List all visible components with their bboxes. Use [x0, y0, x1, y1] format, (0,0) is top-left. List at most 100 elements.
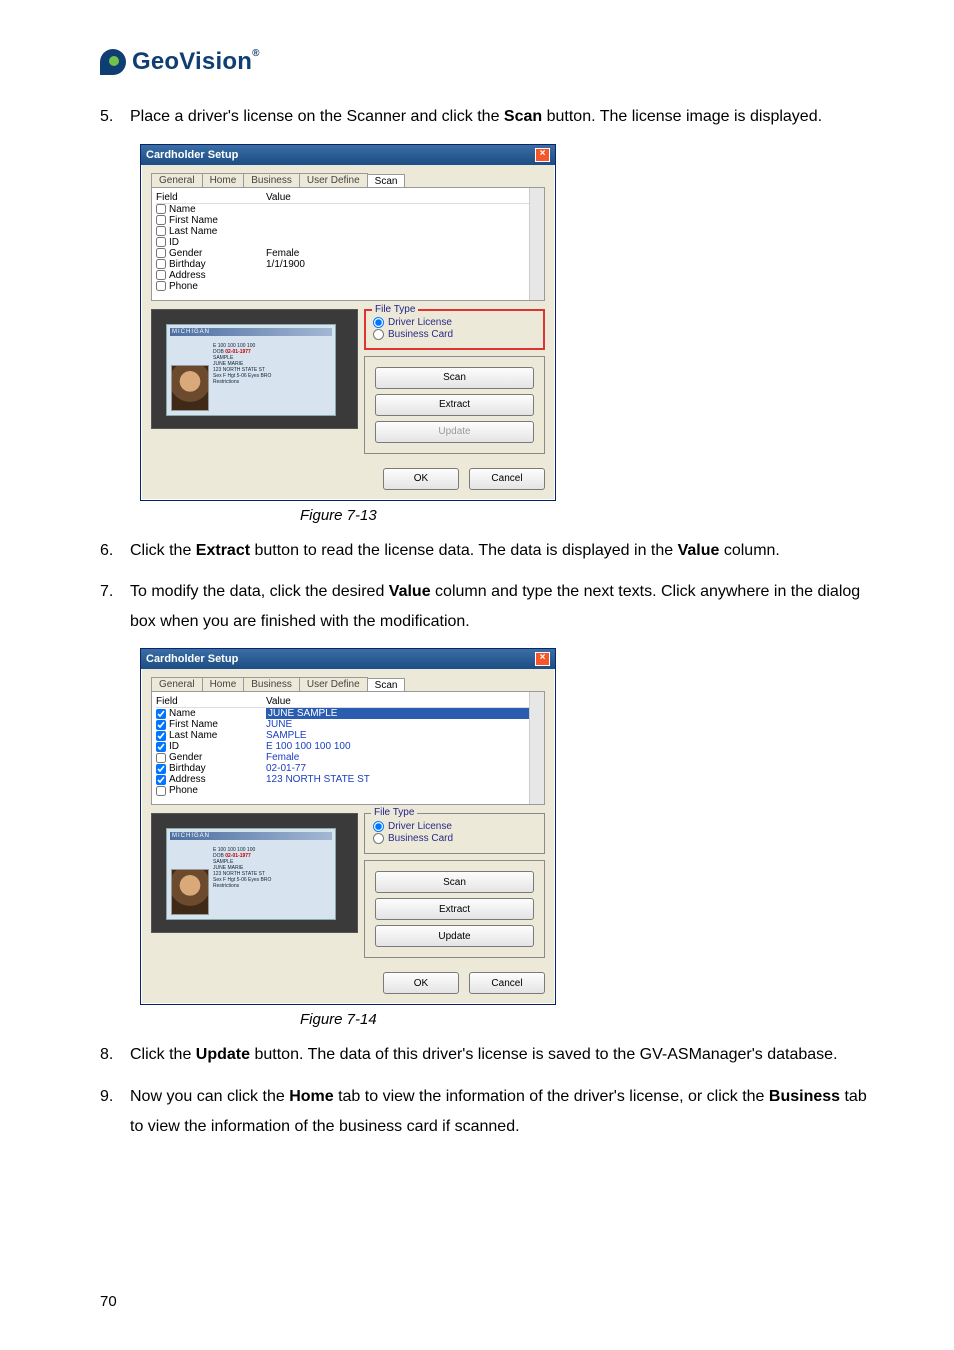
tab-strip: General Home Business User Define Scan: [151, 173, 545, 187]
table-row: GenderFemale: [156, 248, 540, 259]
value-cell[interactable]: 123 NORTH STATE ST: [266, 774, 540, 785]
table-row: First NameJUNE: [156, 719, 540, 730]
update-button[interactable]: Update: [375, 925, 534, 947]
value-cell[interactable]: Female: [266, 248, 540, 259]
filetype-group: File Type Driver License Business Card: [364, 309, 545, 350]
ok-button[interactable]: OK: [383, 972, 459, 994]
scan-button[interactable]: Scan: [375, 871, 534, 893]
cardholder-dialog: Cardholder Setup × General Home Business…: [140, 144, 556, 501]
check-phone[interactable]: [156, 786, 166, 796]
tab-home[interactable]: Home: [202, 677, 245, 691]
tab-scan[interactable]: Scan: [367, 678, 406, 692]
check-id[interactable]: [156, 237, 166, 247]
table-row: First Name: [156, 215, 540, 226]
step-text: Place a driver's license on the Scanner …: [130, 102, 874, 132]
value-cell[interactable]: E 100 100 100 100: [266, 741, 540, 752]
license-preview: MICHIGAN E 100 100 100 100 DOB 02-01-197…: [151, 309, 358, 429]
license-state: MICHIGAN: [170, 328, 332, 336]
close-icon[interactable]: ×: [535, 148, 550, 162]
tab-general[interactable]: General: [151, 677, 203, 691]
check-first[interactable]: [156, 215, 166, 225]
value-cell[interactable]: JUNE SAMPLE: [266, 708, 540, 719]
tab-user-define[interactable]: User Define: [299, 677, 368, 691]
dialog-title: Cardholder Setup: [146, 149, 238, 161]
step-text: Click the Update button. The data of thi…: [130, 1040, 874, 1070]
license-photo: [171, 365, 209, 411]
table-row: GenderFemale: [156, 752, 540, 763]
step-text: Click the Extract button to read the lic…: [130, 536, 874, 566]
step-text: Now you can click the Home tab to view t…: [130, 1082, 874, 1141]
table-row: Address: [156, 270, 540, 281]
value-cell[interactable]: [266, 270, 540, 281]
check-name[interactable]: [156, 709, 166, 719]
value-cell[interactable]: Female: [266, 752, 540, 763]
tab-business[interactable]: Business: [243, 677, 300, 691]
table-row: Last NameSAMPLE: [156, 730, 540, 741]
check-gender[interactable]: [156, 753, 166, 763]
radio-business-card[interactable]: Business Card: [373, 833, 536, 844]
value-cell[interactable]: 02-01-77: [266, 763, 540, 774]
col-value: Value: [266, 696, 540, 707]
table-row: IDE 100 100 100 100: [156, 741, 540, 752]
col-field: Field: [156, 192, 266, 203]
table-row: ID: [156, 237, 540, 248]
value-cell[interactable]: 1/1/1900: [266, 259, 540, 270]
extract-button[interactable]: Extract: [375, 394, 534, 416]
cancel-button[interactable]: Cancel: [469, 468, 545, 490]
tab-scan[interactable]: Scan: [367, 174, 406, 188]
logo-mark-icon: [100, 49, 126, 75]
check-id[interactable]: [156, 742, 166, 752]
tab-home[interactable]: Home: [202, 173, 245, 187]
check-last[interactable]: [156, 731, 166, 741]
value-cell[interactable]: [266, 204, 540, 215]
tab-business[interactable]: Business: [243, 173, 300, 187]
dialog-titlebar: Cardholder Setup ×: [141, 649, 555, 669]
scan-button[interactable]: Scan: [375, 367, 534, 389]
field-list: Field Value Name First Name Last Name ID…: [151, 187, 545, 301]
step-number: 9.: [100, 1082, 130, 1141]
check-first[interactable]: [156, 720, 166, 730]
table-row: NameJUNE SAMPLE: [156, 708, 540, 719]
cancel-button[interactable]: Cancel: [469, 972, 545, 994]
radio-driver-license[interactable]: Driver License: [373, 317, 536, 328]
value-cell[interactable]: [266, 281, 540, 292]
step-number: 6.: [100, 536, 130, 566]
check-birthday[interactable]: [156, 259, 166, 269]
check-phone[interactable]: [156, 281, 166, 291]
close-icon[interactable]: ×: [535, 652, 550, 666]
figure-7-13: Cardholder Setup × General Home Business…: [140, 144, 874, 501]
table-row: Last Name: [156, 226, 540, 237]
check-last[interactable]: [156, 226, 166, 236]
action-buttons: Scan Extract Update: [364, 356, 545, 454]
value-cell[interactable]: JUNE: [266, 719, 540, 730]
value-cell[interactable]: [266, 215, 540, 226]
update-button[interactable]: Update: [375, 421, 534, 443]
extract-button[interactable]: Extract: [375, 898, 534, 920]
logo: GeoVision®: [100, 48, 874, 76]
cardholder-dialog: Cardholder Setup × General Home Business…: [140, 648, 556, 1005]
ok-button[interactable]: OK: [383, 468, 459, 490]
radio-driver-license[interactable]: Driver License: [373, 821, 536, 832]
value-cell[interactable]: [266, 226, 540, 237]
filetype-legend: File Type: [372, 304, 418, 315]
table-row: Phone: [156, 281, 540, 292]
check-gender[interactable]: [156, 248, 166, 258]
radio-business-card[interactable]: Business Card: [373, 329, 536, 340]
tab-general[interactable]: General: [151, 173, 203, 187]
check-address[interactable]: [156, 775, 166, 785]
dialog-title: Cardholder Setup: [146, 653, 238, 665]
value-cell[interactable]: SAMPLE: [266, 730, 540, 741]
tab-user-define[interactable]: User Define: [299, 173, 368, 187]
value-cell[interactable]: [266, 237, 540, 248]
table-row: Birthday1/1/1900: [156, 259, 540, 270]
check-birthday[interactable]: [156, 764, 166, 774]
value-cell[interactable]: [266, 785, 540, 796]
check-address[interactable]: [156, 270, 166, 280]
license-photo: [171, 869, 209, 915]
figure-caption: Figure 7-14: [300, 1011, 874, 1028]
check-name[interactable]: [156, 204, 166, 214]
filetype-legend: File Type: [371, 807, 417, 818]
table-row: Birthday02-01-77: [156, 763, 540, 774]
action-buttons: Scan Extract Update: [364, 860, 545, 958]
figure-caption: Figure 7-13: [300, 507, 874, 524]
